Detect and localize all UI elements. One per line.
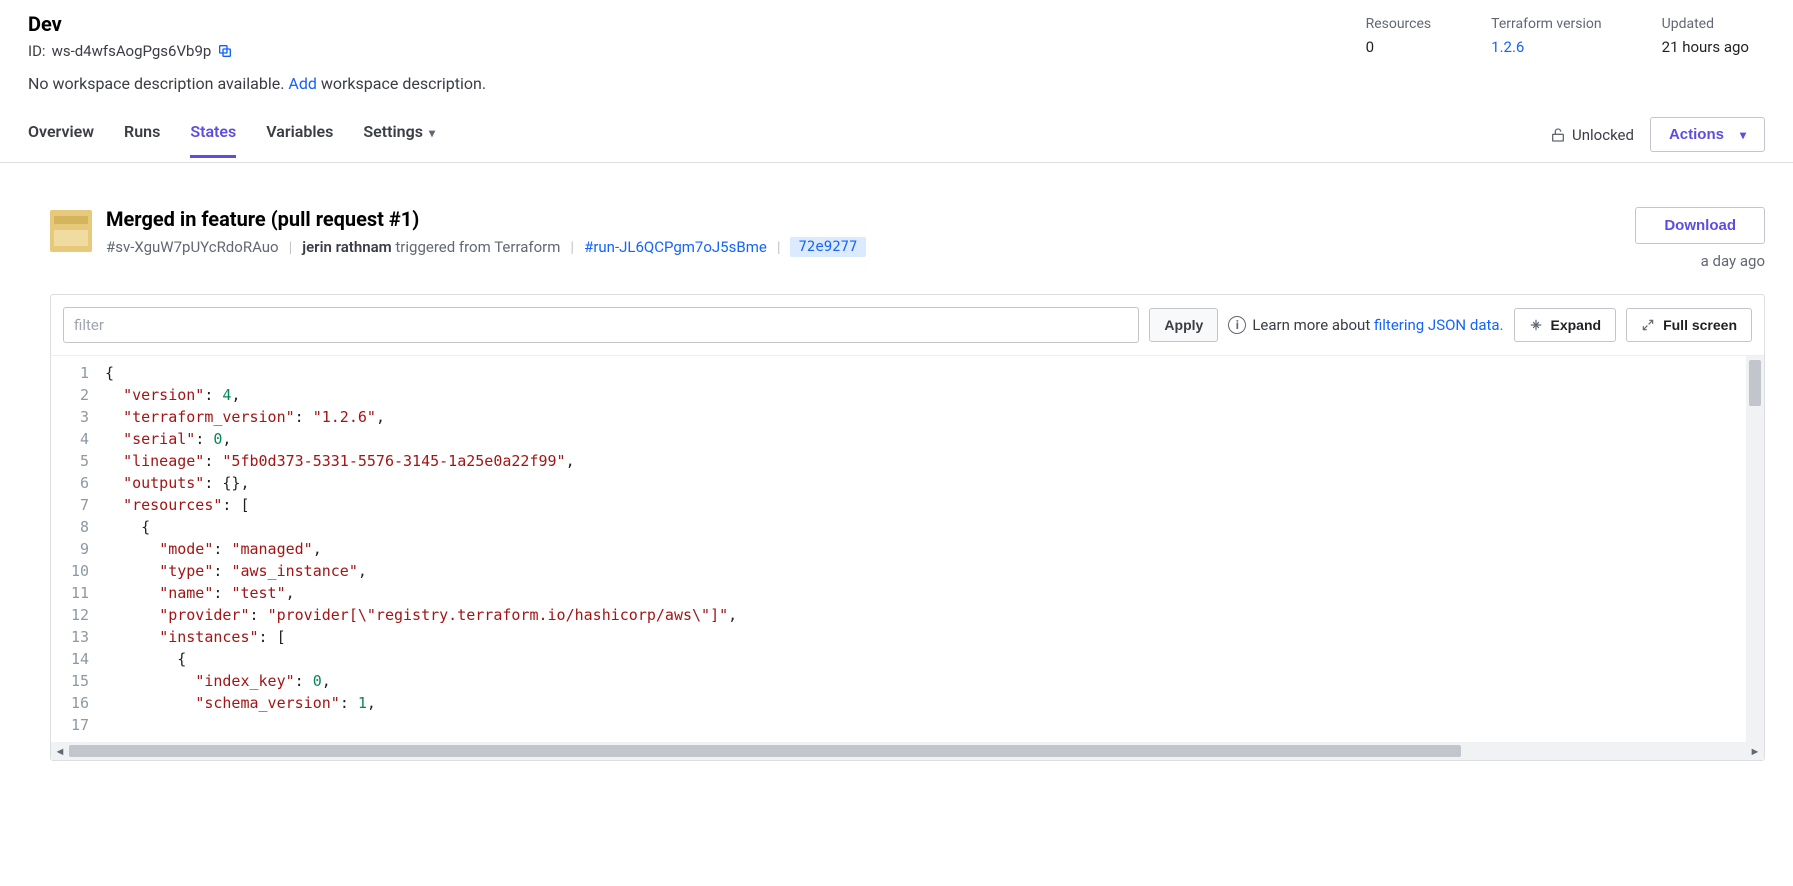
tab-settings[interactable]: Settings ▾	[363, 122, 435, 157]
filter-input[interactable]	[63, 307, 1139, 343]
tab-variables[interactable]: Variables	[266, 122, 333, 157]
scrollbar-thumb[interactable]	[69, 745, 1461, 757]
state-title: Merged in feature (pull request #1)	[106, 207, 866, 231]
tab-overview[interactable]: Overview	[28, 122, 94, 157]
unlock-icon	[1550, 127, 1566, 143]
copy-icon[interactable]	[217, 43, 233, 59]
chevron-down-icon: ▾	[1740, 128, 1746, 142]
stat-resources-value: 0	[1366, 38, 1432, 56]
stat-tf-value[interactable]: 1.2.6	[1491, 38, 1601, 56]
scroll-left-icon[interactable]: ◄	[51, 745, 69, 758]
code-content[interactable]: { "version": 4, "terraform_version": "1.…	[97, 356, 1746, 742]
fullscreen-icon	[1641, 318, 1655, 332]
desc-suffix: workspace description.	[317, 74, 486, 93]
download-button[interactable]: Download	[1635, 207, 1765, 244]
expand-icon	[1529, 318, 1543, 332]
actions-button-label: Actions	[1669, 126, 1724, 143]
workspace-id: ws-d4wfsAogPgs6Vb9p	[52, 42, 212, 60]
learn-link[interactable]: filtering JSON data.	[1374, 316, 1504, 334]
chevron-down-icon: ▾	[429, 126, 435, 140]
expand-label: Expand	[1551, 317, 1602, 333]
scroll-right-icon[interactable]: ►	[1746, 745, 1764, 758]
scrollbar-thumb[interactable]	[1749, 360, 1761, 406]
apply-button[interactable]: Apply	[1149, 308, 1218, 342]
learn-prefix: Learn more about	[1252, 316, 1374, 334]
stat-updated: Updated 21 hours ago	[1662, 16, 1749, 56]
vertical-scrollbar[interactable]	[1746, 356, 1764, 742]
expand-button[interactable]: Expand	[1514, 308, 1617, 342]
separator: |	[570, 238, 574, 256]
state-timestamp: a day ago	[1635, 252, 1765, 270]
state-json-viewer: Apply i Learn more about filtering JSON …	[50, 294, 1765, 761]
stat-tf-label: Terraform version	[1491, 16, 1601, 32]
separator: |	[289, 238, 293, 256]
avatar	[50, 210, 92, 252]
tab-runs[interactable]: Runs	[124, 122, 160, 157]
triggered-text: triggered from Terraform	[392, 238, 561, 256]
workspace-name: Dev	[28, 12, 486, 36]
workspace-id-label: ID:	[28, 42, 46, 60]
lock-label-text: Unlocked	[1572, 126, 1634, 144]
state-version-id: #sv-XguW7pUYcRdoRAuo	[106, 238, 279, 256]
tab-settings-label: Settings	[363, 122, 423, 141]
actions-button[interactable]: Actions ▾	[1650, 117, 1765, 152]
tab-states[interactable]: States	[190, 122, 236, 158]
triggered-user: jerin rathnam	[302, 238, 391, 256]
separator: |	[777, 238, 781, 256]
stat-updated-value: 21 hours ago	[1662, 38, 1749, 56]
fullscreen-label: Full screen	[1663, 317, 1737, 333]
run-link[interactable]: #run-JL6QCPgm7oJ5sBme	[584, 238, 767, 256]
line-gutter: 1234567891011121314151617	[51, 356, 97, 742]
stat-resources: Resources 0	[1366, 16, 1432, 56]
stat-terraform-version: Terraform version 1.2.6	[1491, 16, 1601, 56]
workspace-description: No workspace description available. Add …	[28, 74, 486, 93]
horizontal-scrollbar[interactable]: ◄ ►	[51, 742, 1764, 760]
stat-resources-label: Resources	[1366, 16, 1432, 32]
add-description-link[interactable]: Add	[288, 74, 316, 93]
commit-badge[interactable]: 72e9277	[790, 237, 865, 257]
fullscreen-button[interactable]: Full screen	[1626, 308, 1752, 342]
desc-prefix: No workspace description available.	[28, 74, 288, 93]
info-icon: i	[1228, 316, 1246, 334]
stat-updated-label: Updated	[1662, 16, 1749, 32]
lock-status[interactable]: Unlocked	[1550, 126, 1634, 144]
